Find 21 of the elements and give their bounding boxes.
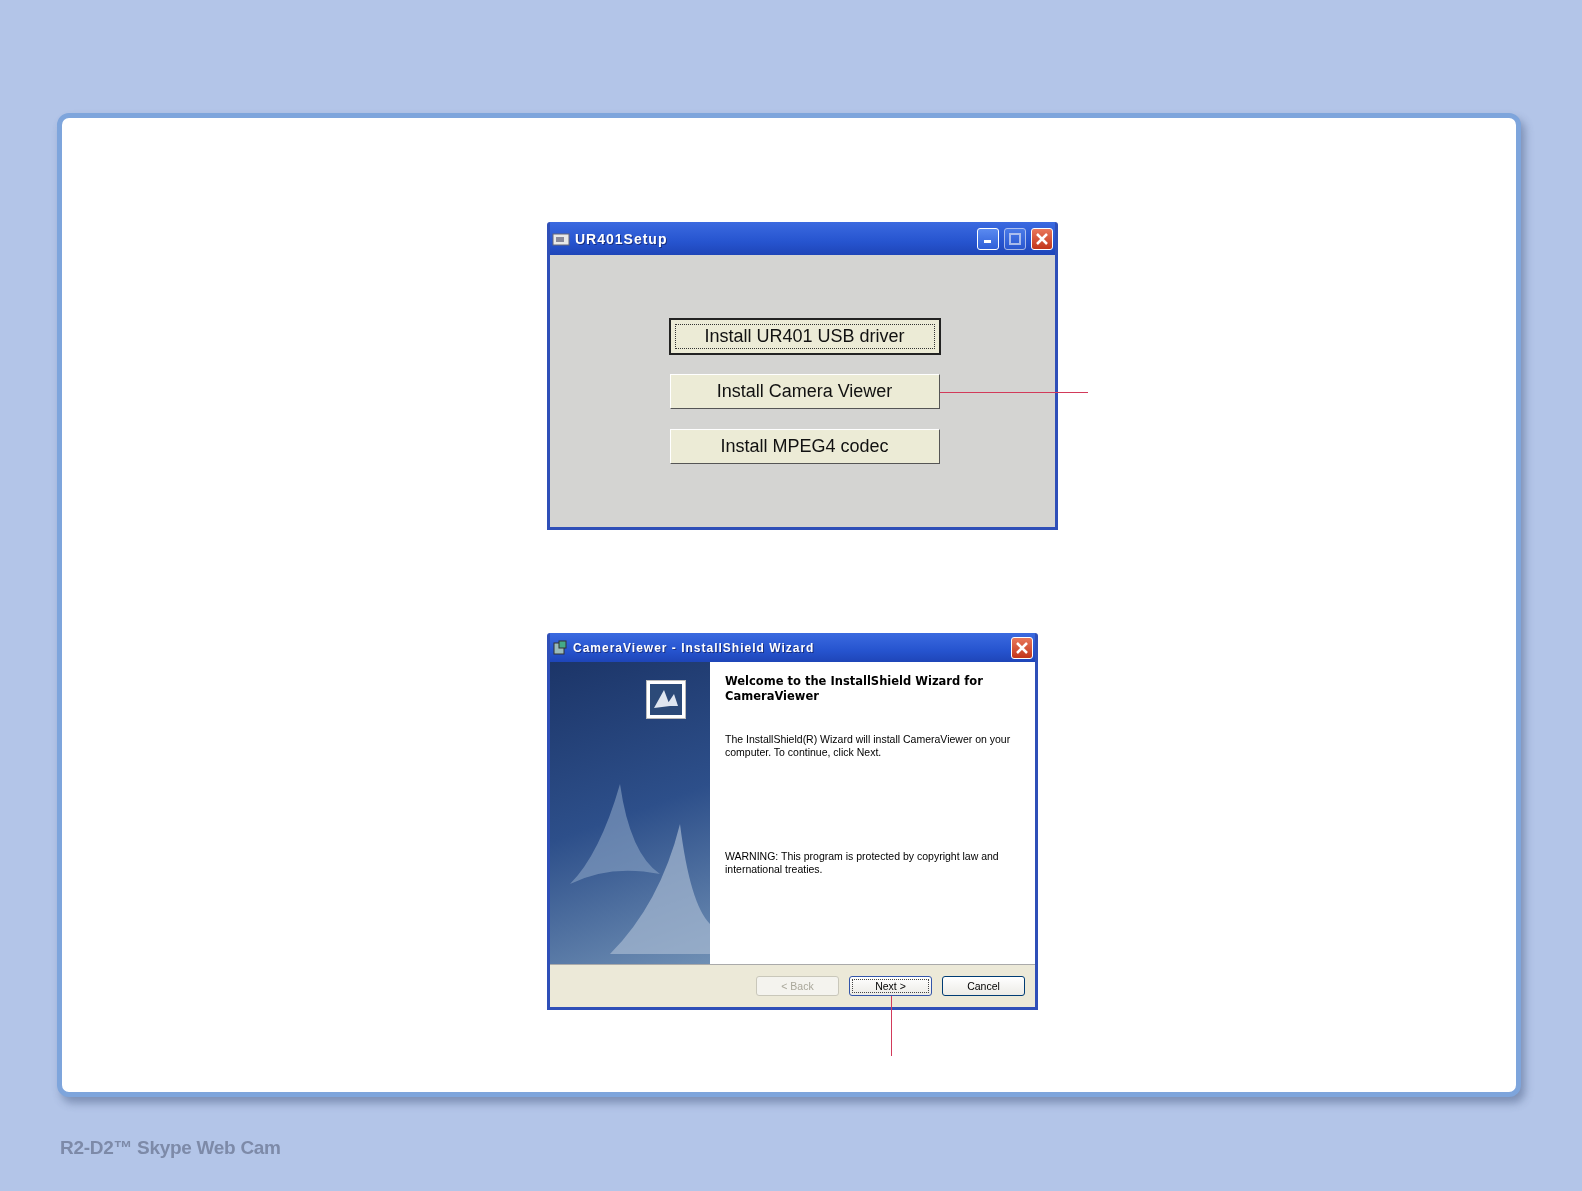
maximize-button[interactable] [1004, 227, 1026, 250]
install-button[interactable]: Install UR401 USB driver [669, 319, 940, 354]
close-icon [1016, 641, 1028, 654]
installer-icon [552, 639, 568, 656]
window-title: UR401Setup [575, 230, 669, 247]
install-button[interactable]: Install Camera Viewer [669, 374, 940, 409]
close-icon [1036, 232, 1048, 245]
wizard-description: The InstallShield(R) Wizard will install CameraViewer on your computer. To continue, click Next. [725, 733, 1012, 759]
maximize-icon [1009, 232, 1021, 245]
wizard-button[interactable]: Cancel [942, 976, 1025, 996]
close-button[interactable] [1011, 636, 1033, 659]
logo-icon [646, 680, 686, 719]
install-button[interactable]: Install MPEG4 codec [669, 429, 940, 464]
minimize-button[interactable] [977, 227, 999, 250]
wizard-button[interactable]: Next > [849, 976, 932, 996]
footer-title: R2-D2™ Skype Web Cam [60, 1137, 282, 1159]
app-icon [552, 230, 570, 247]
wizard-heading: Welcome to the InstallShield Wizard for CameraViewer [725, 674, 984, 704]
copyright-warning: WARNING: This program is protected by copyright law and international treaties. [725, 850, 1000, 876]
window-title: CameraViewer - InstallShield Wizard [573, 640, 816, 655]
close-button[interactable] [1031, 227, 1053, 250]
